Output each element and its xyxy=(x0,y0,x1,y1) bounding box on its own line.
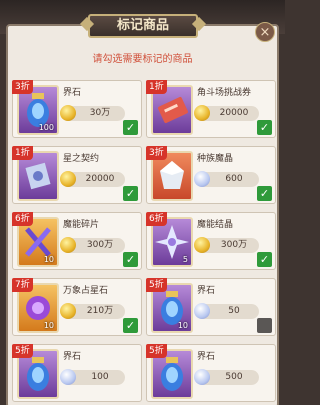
dialog-title: 标记商品 xyxy=(88,14,198,38)
gold-coin-icon xyxy=(60,303,76,319)
item-name: 界石 xyxy=(197,352,216,362)
discount-badge: 1折 xyxy=(146,80,167,94)
diamond-icon xyxy=(194,171,210,187)
price-tag: 100 xyxy=(60,369,125,385)
item-card-soul-stone[interactable]: 5折 10 界石 50 xyxy=(146,278,276,336)
mark-checkbox[interactable]: ✓ xyxy=(257,120,272,135)
item-price: 600 xyxy=(225,174,243,184)
diamond-icon xyxy=(60,369,76,385)
item-card-magic-shard[interactable]: 6折 10 魔能碎片 300万 ✓ xyxy=(12,212,142,270)
price-tag: 20000 xyxy=(60,171,125,187)
price-tag: 500 xyxy=(194,369,259,385)
item-card-race-crystal[interactable]: 3折 种族魔晶 600 ✓ xyxy=(146,146,276,204)
item-price: 300万 xyxy=(220,240,248,250)
discount-badge: 6折 xyxy=(12,212,33,226)
gold-coin-icon xyxy=(60,237,76,253)
price-tag: 600 xyxy=(194,171,259,187)
mark-checkbox[interactable]: ✓ xyxy=(123,252,138,267)
price-tag: 300万 xyxy=(194,237,259,253)
item-price: 500 xyxy=(225,372,243,382)
item-name: 界石 xyxy=(63,352,82,362)
gold-coin-icon xyxy=(60,171,76,187)
mark-checkbox[interactable]: ✓ xyxy=(257,186,272,201)
close-button[interactable]: × xyxy=(255,22,275,42)
item-count: 10 xyxy=(177,321,188,330)
discount-badge: 7折 xyxy=(12,278,33,292)
price-tag: 30万 xyxy=(60,105,125,121)
item-price: 300万 xyxy=(86,240,114,250)
gold-coin-icon xyxy=(194,237,210,253)
mark-checkbox[interactable]: ✓ xyxy=(123,120,138,135)
price-tag: 300万 xyxy=(60,237,125,253)
item-count: 5 xyxy=(182,255,188,264)
discount-badge: 3折 xyxy=(12,80,33,94)
item-name: 魔能结晶 xyxy=(197,220,234,230)
discount-badge: 6折 xyxy=(146,212,167,226)
item-card-soul-stone[interactable]: 5折 界石 100 xyxy=(12,344,142,402)
price-tag: 50 xyxy=(194,303,259,319)
mark-checkbox[interactable] xyxy=(257,318,272,333)
item-price: 30万 xyxy=(89,108,111,118)
item-name: 种族魔晶 xyxy=(197,154,234,164)
item-name: 星之契约 xyxy=(63,154,100,164)
item-count: 100 xyxy=(38,123,54,132)
gold-coin-icon xyxy=(60,105,76,121)
discount-badge: 5折 xyxy=(146,344,167,358)
price-tag: 210万 xyxy=(60,303,125,319)
item-card-magic-crystal[interactable]: 6折 5 魔能结晶 300万 ✓ xyxy=(146,212,276,270)
item-price: 100 xyxy=(91,372,109,382)
item-count: 10 xyxy=(43,321,54,330)
item-name: 界石 xyxy=(63,88,82,98)
mark-checkbox[interactable]: ✓ xyxy=(257,252,272,267)
item-card-soul-stone[interactable]: 5折 界石 500 xyxy=(146,344,276,402)
item-card-arena-ticket[interactable]: 1折 角斗场挑战券 20000 ✓ xyxy=(146,80,276,138)
item-name: 角斗场挑战券 xyxy=(197,88,252,98)
discount-badge: 5折 xyxy=(12,344,33,358)
gold-coin-icon xyxy=(194,105,210,121)
item-name: 界石 xyxy=(197,286,216,296)
item-price: 20000 xyxy=(219,108,249,118)
diamond-icon xyxy=(194,303,210,319)
discount-badge: 1折 xyxy=(12,146,33,160)
item-count: 10 xyxy=(43,255,54,264)
mark-checkbox[interactable]: ✓ xyxy=(123,318,138,333)
item-card-star-contract[interactable]: 1折 星之契约 20000 ✓ xyxy=(12,146,142,204)
item-price: 210万 xyxy=(86,306,114,316)
item-price: 50 xyxy=(228,306,240,316)
item-name: 万象占星石 xyxy=(63,286,109,296)
item-card-astrology-stone[interactable]: 7折 10 万象占星石 210万 ✓ xyxy=(12,278,142,336)
dialog-title-text: 标记商品 xyxy=(116,18,169,33)
discount-badge: 5折 xyxy=(146,278,167,292)
instruction-text: 请勾选需要标记的商品 xyxy=(92,54,193,65)
discount-badge: 3折 xyxy=(146,146,167,160)
item-name: 魔能碎片 xyxy=(63,220,100,230)
diamond-icon xyxy=(194,369,210,385)
item-card-soul-stone[interactable]: 3折 100 界石 30万 ✓ xyxy=(12,80,142,138)
mark-checkbox[interactable]: ✓ xyxy=(123,186,138,201)
price-tag: 20000 xyxy=(194,105,259,121)
item-price: 20000 xyxy=(85,174,115,184)
